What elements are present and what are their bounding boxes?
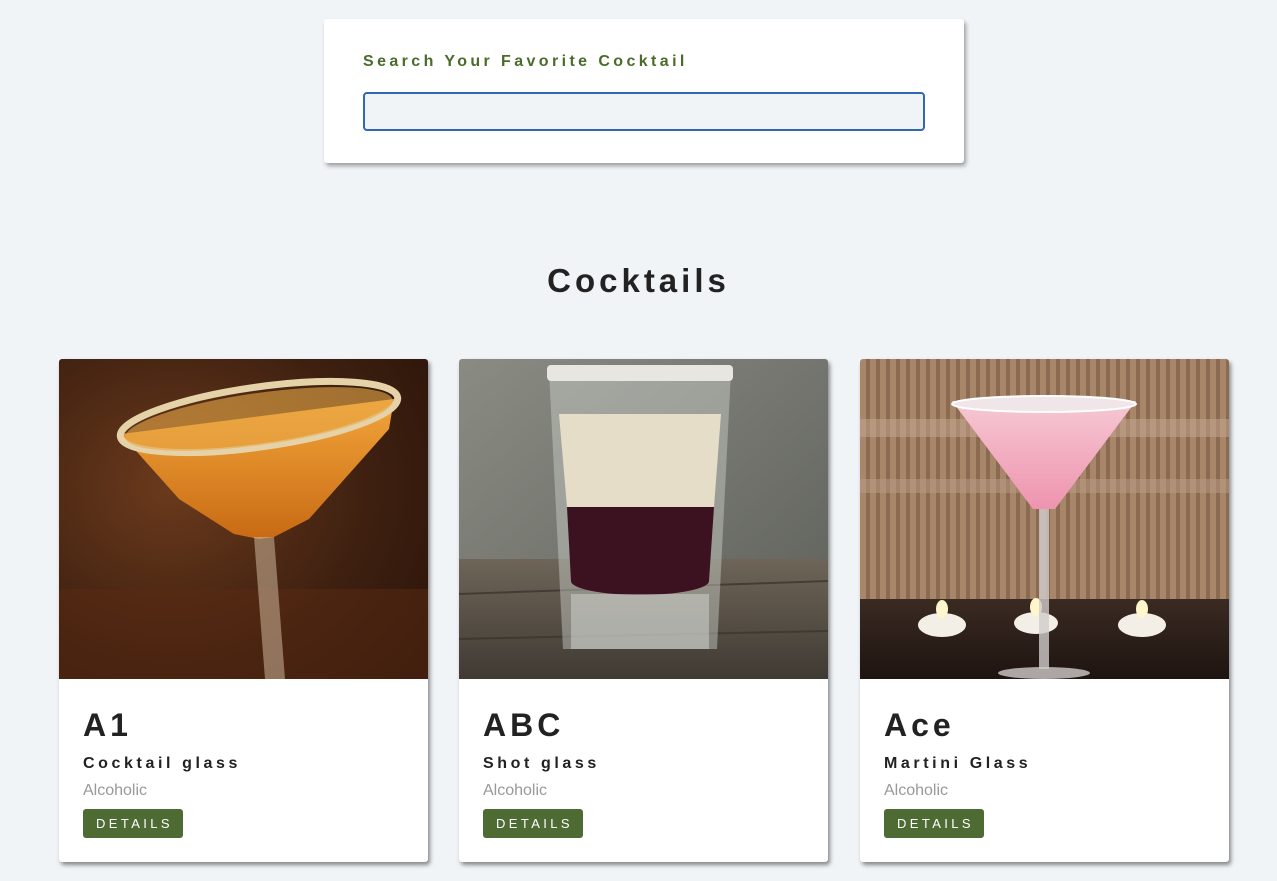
details-button[interactable]: DETAILS	[483, 809, 583, 838]
cocktail-glass: Shot glass	[483, 755, 600, 772]
cocktail-name: ABC	[483, 707, 565, 743]
details-button[interactable]: DETAILS	[884, 809, 984, 838]
cocktail-glass: Martini Glass	[884, 755, 1032, 772]
cocktail-type: Alcoholic	[483, 782, 548, 799]
cocktail-type: Alcoholic	[83, 782, 148, 799]
cocktail-image	[860, 359, 1229, 679]
cocktail-image	[59, 359, 428, 679]
details-button[interactable]: DETAILS	[83, 809, 183, 838]
cocktail-card: A1 Cocktail glass Alcoholic DETAILS	[59, 359, 428, 862]
cocktail-glass: Cocktail glass	[83, 755, 242, 772]
cocktail-name: Ace	[884, 707, 955, 743]
cocktail-card: ABC Shot glass Alcoholic DETAILS	[459, 359, 828, 862]
cocktail-image	[459, 359, 828, 679]
section-title: Cocktails	[547, 262, 730, 299]
search-input[interactable]	[363, 92, 925, 131]
cocktail-card: Ace Martini Glass Alcoholic DETAILS	[860, 359, 1229, 862]
cocktail-type: Alcoholic	[884, 782, 949, 799]
search-label: Search Your Favorite Cocktail	[363, 53, 688, 70]
search-panel: Search Your Favorite Cocktail	[324, 19, 964, 163]
cocktail-name: A1	[83, 707, 132, 743]
